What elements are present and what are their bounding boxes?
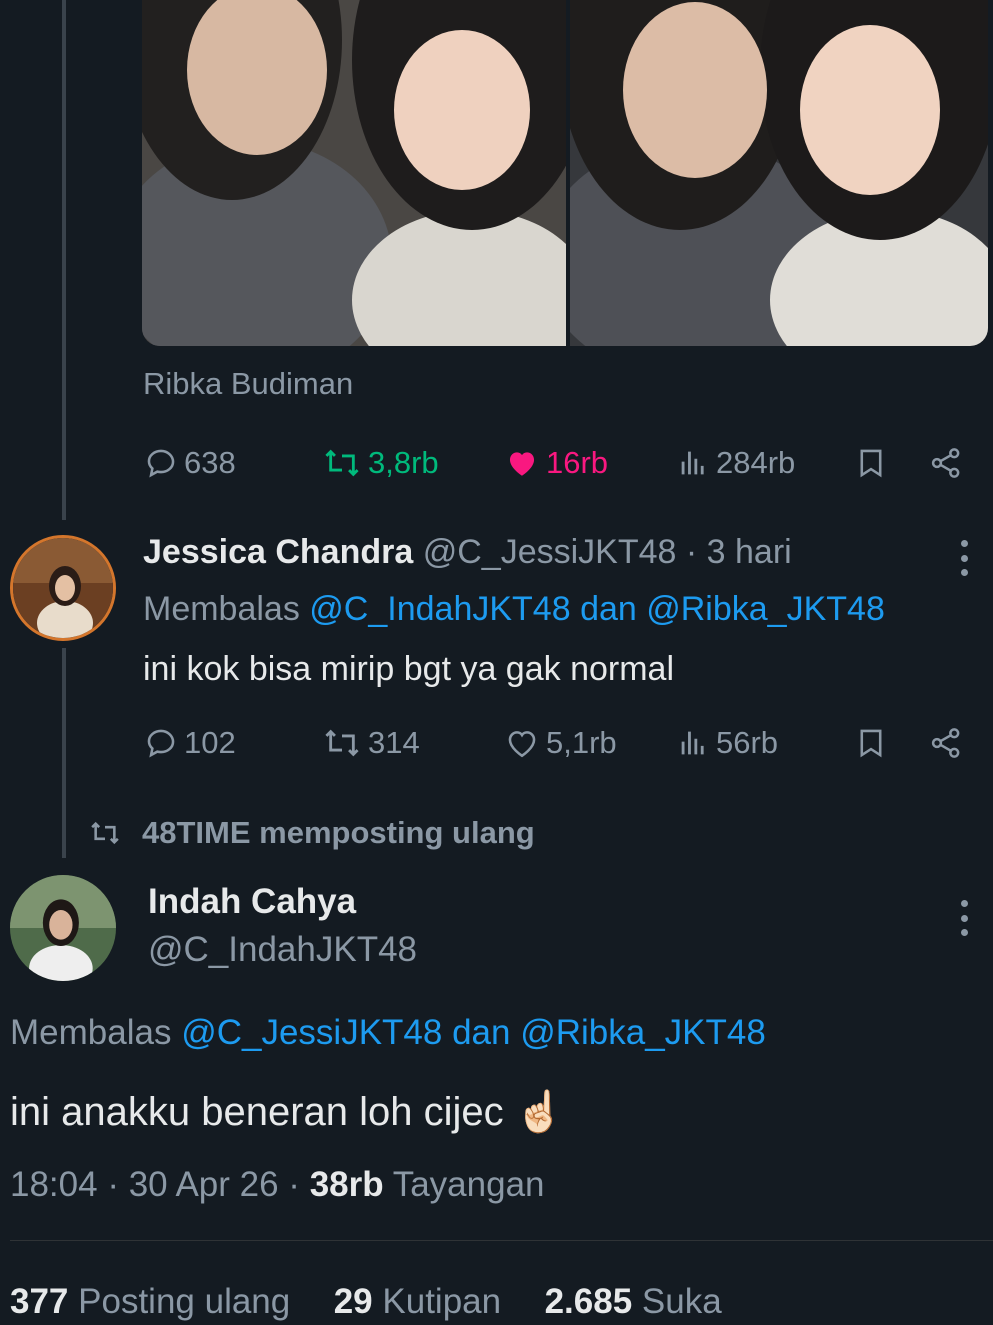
heart-icon	[509, 452, 535, 476]
views-bars-icon	[681, 451, 704, 475]
thread-line-top	[62, 0, 66, 520]
meta-separator: ·	[107, 1165, 119, 1204]
views-button[interactable]: 284rb	[676, 438, 795, 488]
meta-separator: ·	[288, 1165, 300, 1204]
dot	[960, 929, 968, 936]
main-display-name[interactable]: Indah Cahya	[148, 882, 356, 922]
stat-quotes[interactable]: 29 Kutipan	[334, 1282, 511, 1321]
reposts-count: 377	[10, 1282, 69, 1321]
like-count: 5,1rb	[546, 725, 617, 760]
post-action-bar: 638 3,8rb 16rb 284rb	[142, 438, 972, 488]
share-icon	[931, 448, 960, 478]
replying-targets-link[interactable]: @C_IndahJKT48 dan @Ribka_JKT48	[309, 590, 885, 628]
repost-button[interactable]: 314	[322, 718, 420, 768]
quotes-label: Kutipan	[382, 1282, 502, 1321]
reply-bubble-icon	[147, 729, 175, 758]
main-handle[interactable]: @C_IndahJKT48	[148, 930, 417, 970]
stat-likes[interactable]: 2.685 Suka	[545, 1282, 722, 1321]
avatar-indah[interactable]	[10, 875, 116, 981]
share-icon	[931, 728, 960, 758]
likes-label: Suka	[641, 1282, 722, 1321]
like-button[interactable]: 16rb	[504, 438, 608, 488]
share-button[interactable]	[928, 718, 964, 768]
dot	[960, 914, 968, 922]
replying-prefix: Membalas	[10, 1013, 172, 1052]
reply-time[interactable]: 3 hari	[707, 533, 792, 571]
quotes-count: 29	[333, 1282, 373, 1321]
repost-count: 3,8rb	[368, 445, 439, 480]
reply-bubble-icon	[147, 449, 175, 478]
replying-prefix: Membalas	[143, 590, 300, 628]
reply-header: Jessica Chandra @C_JessiJKT48 · 3 hari	[143, 533, 792, 572]
main-views-count: 38rb	[309, 1165, 384, 1204]
heart-icon	[508, 731, 536, 758]
views-button[interactable]: 56rb	[676, 718, 778, 768]
main-stats: 377 Posting ulang 29 Kutipan 2.685 Suka	[10, 1282, 722, 1322]
bookmark-icon	[860, 729, 882, 758]
main-date[interactable]: 30 Apr 26	[129, 1165, 279, 1204]
main-more-button[interactable]	[958, 900, 970, 936]
like-button[interactable]: 5,1rb	[504, 718, 617, 768]
reply-text: ini kok bisa mirip bgt ya gak normal	[143, 650, 675, 688]
reply-more-button[interactable]	[958, 540, 970, 576]
reply-separator: ·	[685, 533, 698, 571]
reply-handle[interactable]: @C_JessiJKT48	[423, 533, 677, 571]
views-count: 284rb	[716, 445, 796, 480]
main-views-label: Tayangan	[392, 1165, 545, 1204]
repost-button[interactable]: 3,8rb	[322, 438, 439, 488]
replying-targets-link[interactable]: @C_JessiJKT48 dan @Ribka_JKT48	[181, 1013, 766, 1052]
reply-button[interactable]: 102	[144, 718, 236, 768]
reply-replying-to: Membalas @C_IndahJKT48 dan @Ribka_JKT48	[143, 590, 885, 629]
reposts-label: Posting ulang	[78, 1282, 291, 1321]
reply-button[interactable]: 638	[144, 438, 236, 488]
dot	[960, 569, 968, 576]
bookmark-button[interactable]	[854, 718, 888, 768]
reply-count: 638	[184, 445, 236, 480]
repost-count: 314	[368, 725, 420, 760]
views-count: 56rb	[716, 725, 779, 760]
avatar-jessica[interactable]	[10, 535, 116, 641]
post-photo-1[interactable]	[142, 0, 566, 346]
likes-count: 2.685	[544, 1282, 633, 1321]
bookmark-icon	[860, 449, 882, 478]
main-text: ini anakku beneran loh cijec ☝🏻	[10, 1090, 565, 1134]
share-button[interactable]	[928, 438, 964, 488]
stat-reposts[interactable]: 377 Posting ulang	[10, 1282, 300, 1321]
repost-banner: 48TIME memposting ulang	[88, 815, 535, 851]
post-photo-2[interactable]	[570, 0, 988, 346]
thread-line-middle	[62, 648, 66, 858]
dot	[960, 554, 968, 562]
repost-icon	[91, 821, 119, 845]
bookmark-button[interactable]	[854, 438, 888, 488]
like-count: 16rb	[546, 445, 609, 480]
reply-count: 102	[184, 725, 236, 760]
views-bars-icon	[681, 731, 704, 755]
divider	[10, 1240, 993, 1241]
photo-caption: Ribka Budiman	[143, 366, 354, 401]
more-vertical-icon	[960, 540, 968, 547]
more-vertical-icon	[960, 900, 968, 907]
reply-action-bar: 102 314 5,1rb 56rb	[142, 718, 972, 768]
repost-banner-text[interactable]: 48TIME memposting ulang	[142, 815, 535, 851]
main-time[interactable]: 18:04	[10, 1165, 98, 1204]
repost-icon	[325, 729, 359, 757]
repost-icon	[325, 449, 359, 477]
main-replying-to: Membalas @C_JessiJKT48 dan @Ribka_JKT48	[10, 1013, 766, 1053]
main-meta: 18:04 · 30 Apr 26 · 38rb Tayangan	[10, 1165, 545, 1205]
reply-display-name[interactable]: Jessica Chandra	[143, 533, 413, 571]
